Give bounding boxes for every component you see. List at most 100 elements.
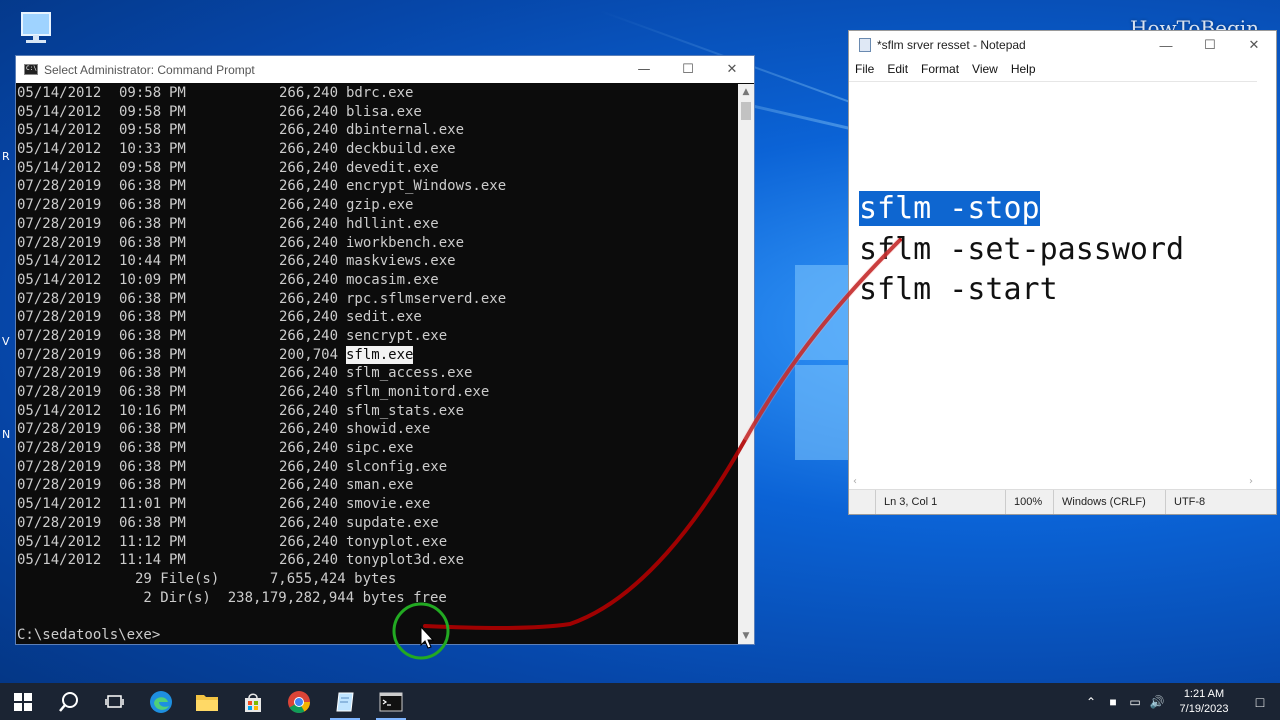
file-date: 07/28/2019 [17, 215, 102, 232]
file-ampm: PM [169, 327, 186, 344]
file-date: 07/28/2019 [17, 327, 102, 344]
file-ampm: PM [169, 178, 186, 195]
file-ampm: PM [169, 365, 186, 382]
file-name: blisa.exe [346, 103, 422, 120]
console-output[interactable]: 05/14/2012 09:58 PM 266,240 bdrc.exe 05/14/20… [16, 84, 740, 644]
notepad-statusbar: Ln 3, Col 1 100% Windows (CRLF) UTF-8 [849, 489, 1276, 514]
file-name: sman.exe [346, 477, 414, 494]
command-prompt-window[interactable]: Select Administrator: Command Prompt — ☐… [15, 55, 755, 645]
volume-icon[interactable]: 🔊 [1146, 695, 1168, 709]
text-line-3: sflm -start [859, 272, 1058, 307]
file-ampm: PM [169, 346, 186, 363]
notepad-text-area[interactable]: sflm -stop sflm -set-password sflm -star… [849, 81, 1257, 477]
file-ampm: PM [169, 384, 186, 400]
file-explorer-button[interactable] [184, 683, 230, 720]
menu-format[interactable]: Format [921, 62, 959, 76]
file-date: 05/14/2012 [17, 496, 102, 513]
menu-file[interactable]: File [855, 62, 874, 76]
directory-listing-row: 07/28/2019 06:38 PM 266,240 supdate.exe [17, 514, 740, 533]
file-ampm: PM [169, 253, 186, 270]
notepad-titlebar[interactable]: *sflm srver resset - Notepad — ☐ ✕ [849, 31, 1276, 59]
file-name: bdrc.exe [346, 85, 414, 101]
search-button[interactable] [46, 683, 92, 720]
notepad-vertical-scrollbar[interactable] [1257, 81, 1276, 476]
windows-start-icon [14, 692, 32, 711]
file-date: 05/14/2012 [17, 103, 102, 120]
task-view-button[interactable] [92, 683, 138, 720]
cmd-titlebar[interactable]: Select Administrator: Command Prompt — ☐… [16, 56, 754, 83]
maximize-button[interactable]: ☐ [666, 56, 710, 83]
directory-listing-row: 07/28/2019 06:38 PM 266,240 sflm_access.exe [17, 364, 740, 383]
directory-listing-row: 05/14/2012 11:14 PM 266,240 tonyplot3d.exe [17, 551, 740, 570]
cmd-scrollbar[interactable]: ▲ ▼ [738, 84, 754, 644]
command-prompt-icon [379, 692, 403, 711]
this-pc-icon[interactable] [14, 10, 58, 50]
store-button[interactable] [230, 683, 276, 720]
file-date: 07/28/2019 [17, 384, 102, 400]
file-size: 266,240 [279, 440, 339, 457]
file-date: 05/14/2012 [17, 253, 102, 270]
file-time: 10:44 [119, 253, 162, 270]
desktop-icon-fragment: R [2, 150, 10, 163]
directory-listing-row: 05/14/2012 09:58 PM 266,240 bdrc.exe [17, 84, 740, 103]
edge-browser-button[interactable] [138, 683, 184, 720]
chrome-button[interactable] [276, 683, 322, 720]
file-date: 07/28/2019 [17, 514, 102, 531]
taskbar: ⌃ ■ ▭ 🔊 1:21 AM 7/19/2023 □ [0, 683, 1280, 720]
status-zoom: 100% [1005, 490, 1053, 514]
status-line-ending: Windows (CRLF) [1053, 490, 1165, 514]
file-size: 266,240 [279, 552, 339, 569]
directory-listing-row: 05/14/2012 10:44 PM 266,240 maskviews.exe [17, 252, 740, 271]
command-prompt-taskbar-button[interactable] [368, 683, 414, 720]
start-button[interactable] [0, 683, 46, 720]
file-ampm: PM [169, 309, 186, 326]
file-ampm: PM [169, 533, 186, 550]
file-name: tonyplot3d.exe [346, 552, 465, 569]
file-name: rpc.sflmserverd.exe [346, 290, 507, 307]
minimize-button[interactable]: — [1144, 32, 1188, 59]
notepad-window[interactable]: *sflm srver resset - Notepad — ☐ ✕ File … [848, 30, 1277, 515]
directory-listing-row: 07/28/2019 06:38 PM 266,240 encrypt_Windows.… [17, 177, 740, 196]
scroll-up-arrow-icon[interactable]: ▲ [738, 84, 754, 100]
menu-edit[interactable]: Edit [887, 62, 908, 76]
dirs-summary: 2 Dir(s) 238,179,282,944 bytes free [17, 589, 447, 606]
file-date: 05/14/2012 [17, 533, 102, 550]
directory-listing-row: 05/14/2012 09:58 PM 266,240 devedit.exe [17, 159, 740, 178]
file-size: 266,240 [279, 141, 339, 158]
network-icon[interactable]: ▭ [1124, 695, 1146, 709]
file-name: devedit.exe [346, 159, 439, 176]
file-ampm: PM [169, 159, 186, 176]
notepad-icon [336, 692, 354, 711]
file-date: 07/28/2019 [17, 458, 102, 475]
directory-listing-row: 07/28/2019 06:38 PM 266,240 iworkbench.exe [17, 234, 740, 253]
chevron-up-icon[interactable]: ⌃ [1080, 695, 1102, 709]
security-icon[interactable]: ■ [1102, 695, 1124, 709]
file-size: 266,240 [279, 384, 339, 400]
notepad-horizontal-scrollbar[interactable]: ‹ › [849, 476, 1257, 489]
file-size: 266,240 [279, 290, 339, 307]
clock[interactable]: 1:21 AM 7/19/2023 [1174, 687, 1234, 717]
file-time: 09:58 [119, 85, 162, 101]
file-time: 06:38 [119, 178, 162, 195]
close-button[interactable]: ✕ [1232, 32, 1276, 59]
file-size: 266,240 [279, 365, 339, 382]
file-date: 07/28/2019 [17, 309, 102, 326]
directory-listing-row: 07/28/2019 06:38 PM 266,240 sflm_monitord.ex… [17, 383, 740, 402]
file-ampm: PM [169, 440, 186, 457]
scroll-down-arrow-icon[interactable]: ▼ [738, 628, 754, 644]
file-size: 266,240 [279, 496, 339, 513]
scroll-left-arrow-icon[interactable]: ‹ [853, 476, 857, 487]
file-date: 07/28/2019 [17, 234, 102, 251]
maximize-button[interactable]: ☐ [1188, 32, 1232, 59]
notifications-icon[interactable]: □ [1240, 694, 1280, 710]
menu-help[interactable]: Help [1011, 62, 1036, 76]
close-button[interactable]: ✕ [710, 56, 754, 83]
scroll-right-arrow-icon[interactable]: › [1249, 476, 1253, 487]
notepad-taskbar-button[interactable] [322, 683, 368, 720]
scroll-thumb[interactable] [741, 102, 751, 120]
minimize-button[interactable]: — [622, 56, 666, 83]
menu-view[interactable]: View [972, 62, 998, 76]
file-time: 10:16 [119, 402, 162, 419]
clock-time: 1:21 AM [1183, 687, 1225, 700]
file-ampm: PM [169, 552, 186, 569]
